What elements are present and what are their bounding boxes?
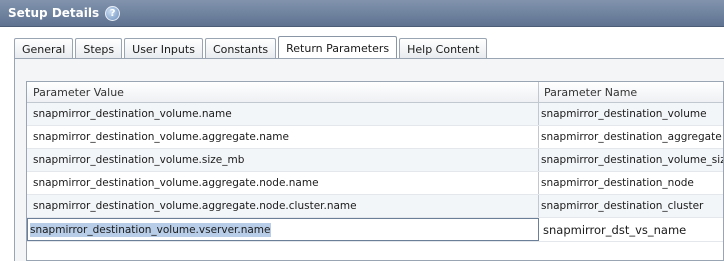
tab-label: General <box>22 42 66 56</box>
parameter-value-editor[interactable]: snapmirror_destination_volume.vserver.na… <box>27 218 539 241</box>
tab-label: Return Parameters <box>286 41 390 55</box>
parameter-name-cell[interactable]: snapmirror_destination_node <box>539 172 723 194</box>
table-row[interactable]: snapmirror_destination_volume.aggregate.… <box>27 172 723 195</box>
selected-text[interactable]: snapmirror_destination_volume.vserver.na… <box>30 222 271 237</box>
parameter-name-cell[interactable]: snapmirror_destination_volume <box>539 103 723 125</box>
tab-label: User Inputs <box>132 42 195 56</box>
tab-user-inputs[interactable]: User Inputs <box>124 38 203 59</box>
table-row[interactable]: snapmirror_destination_volume.name snapm… <box>27 103 723 126</box>
parameter-value-cell[interactable]: snapmirror_destination_volume.aggregate.… <box>27 126 539 148</box>
table-row[interactable]: snapmirror_destination_volume.aggregate.… <box>27 126 723 149</box>
parameter-name-cell[interactable]: snapmirror_destination_aggregate <box>539 126 723 148</box>
parameter-value-cell[interactable]: snapmirror_destination_volume.size_mb <box>27 149 539 171</box>
tab-steps[interactable]: Steps <box>75 38 123 59</box>
parameter-name-cell[interactable]: snapmirror_destination_cluster <box>539 195 723 217</box>
column-header-parameter-value[interactable]: Parameter Value <box>27 82 539 102</box>
parameter-value-cell[interactable]: snapmirror_destination_volume.aggregate.… <box>27 172 539 194</box>
table-row[interactable]: snapmirror_destination_volume.size_mb sn… <box>27 149 723 172</box>
table-header: Parameter Value Parameter Name <box>27 82 723 103</box>
panel-title: Setup Details <box>8 6 100 20</box>
tab-general[interactable]: General <box>14 38 74 59</box>
tab-help-content[interactable]: Help Content <box>399 38 488 59</box>
panel-header: Setup Details ? <box>0 0 724 27</box>
parameter-value-cell[interactable]: snapmirror_destination_volume.name <box>27 103 539 125</box>
tab-label: Constants <box>212 42 269 56</box>
table-body: snapmirror_destination_volume.name snapm… <box>27 103 723 242</box>
table-row-editing[interactable]: snapmirror_destination_volume.vserver.na… <box>27 218 723 242</box>
parameter-name-cell[interactable]: snapmirror_destination_volume_size_m <box>539 149 723 171</box>
question-icon[interactable]: ? <box>105 5 121 21</box>
tab-label: Help Content <box>407 42 480 56</box>
tab-constants[interactable]: Constants <box>204 38 277 59</box>
table-row[interactable]: snapmirror_destination_volume.aggregate.… <box>27 195 723 218</box>
return-parameters-table: Parameter Value Parameter Name snapmirro… <box>26 81 724 261</box>
tab-label: Steps <box>83 42 115 56</box>
parameter-value-cell[interactable]: snapmirror_destination_volume.aggregate.… <box>27 195 539 217</box>
tab-bar: General Steps User Inputs Constants Retu… <box>0 27 724 61</box>
parameter-name-cell[interactable]: snapmirror_dst_vs_name <box>539 218 723 241</box>
column-header-parameter-name[interactable]: Parameter Name <box>539 82 723 102</box>
tab-return-parameters[interactable]: Return Parameters <box>278 36 398 59</box>
